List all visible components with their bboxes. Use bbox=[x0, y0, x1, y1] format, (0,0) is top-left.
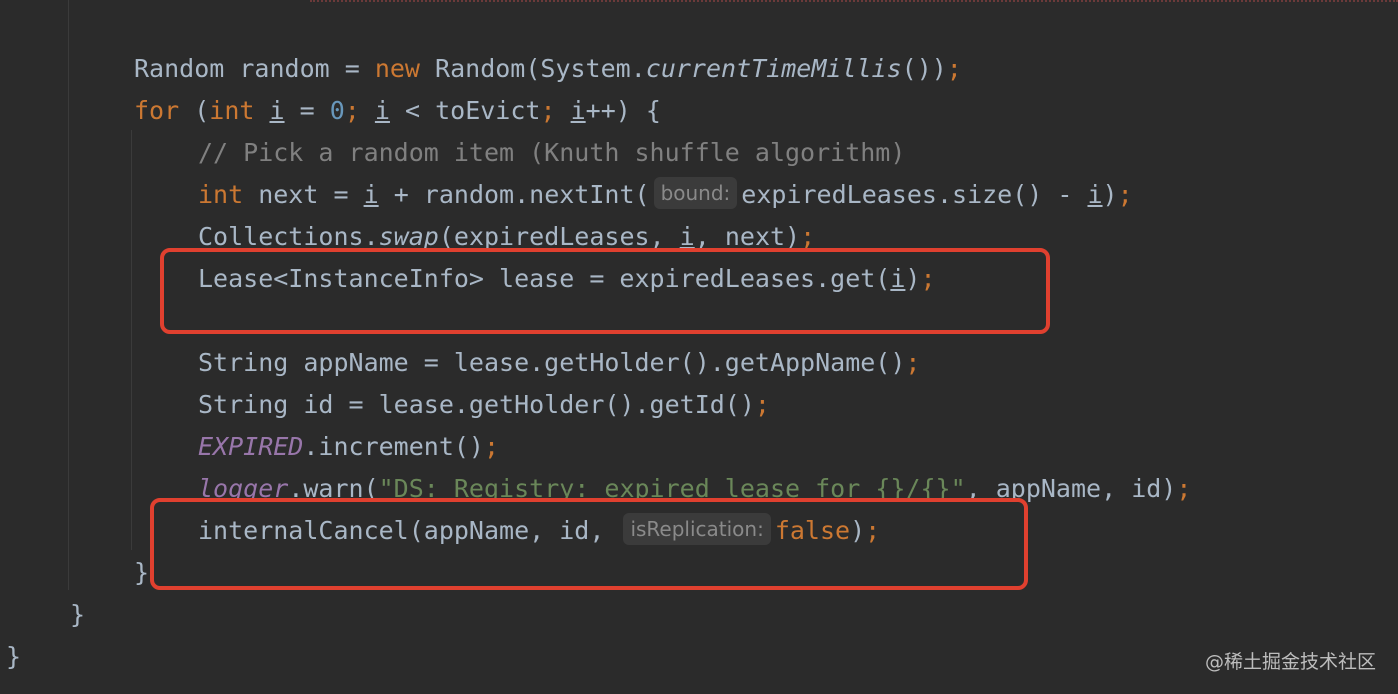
code-text: expiredLeases.size() - bbox=[741, 180, 1088, 209]
loop-variable: i bbox=[269, 96, 285, 125]
loop-variable: i bbox=[679, 222, 695, 251]
code-text: ++) { bbox=[585, 96, 661, 125]
parameter-hint-bound: bound: bbox=[653, 177, 738, 209]
code-text: Random random = bbox=[134, 54, 375, 83]
code-text: ()) bbox=[901, 54, 947, 83]
code-text: + random.nextInt( bbox=[378, 180, 650, 209]
semicolon: ; bbox=[946, 54, 962, 83]
highlight-box-lease bbox=[160, 248, 1050, 334]
keyword-int: int bbox=[209, 96, 255, 125]
code-line-1[interactable]: Random random = new Random(System.curren… bbox=[134, 48, 962, 90]
code-text: String appName = lease.getHolder().getAp… bbox=[198, 348, 906, 377]
indent-guide-for bbox=[131, 130, 132, 550]
closing-brace: } bbox=[6, 642, 22, 671]
watermark: @稀土掘金技术社区 bbox=[1204, 651, 1376, 673]
code-text: next = bbox=[243, 180, 364, 209]
semicolon: ; bbox=[754, 390, 770, 419]
code-text: , next) bbox=[694, 222, 801, 251]
code-text: ( bbox=[179, 96, 210, 125]
code-comment: // Pick a random item (Knuth shuffle alg… bbox=[198, 138, 906, 167]
loop-variable: i bbox=[570, 96, 586, 125]
code-text: ) bbox=[1102, 180, 1118, 209]
semicolon: ; bbox=[483, 432, 500, 461]
code-line-4[interactable]: int next = i + random.nextInt(bound: expi… bbox=[198, 174, 1133, 216]
semicolon: ; bbox=[1176, 474, 1192, 503]
semicolon: ; bbox=[905, 348, 921, 377]
loop-variable: i bbox=[363, 180, 379, 209]
code-line-7[interactable]: String appName = lease.getHolder().getAp… bbox=[198, 342, 920, 384]
code-text: .increment() bbox=[303, 432, 484, 461]
semicolon: ; bbox=[344, 96, 360, 125]
code-text: (expiredLeases, bbox=[438, 222, 680, 251]
static-method-name: currentTimeMillis bbox=[645, 54, 902, 83]
loop-variable: i bbox=[1087, 180, 1103, 209]
keyword-for: for bbox=[134, 96, 180, 125]
semicolon: ; bbox=[1117, 180, 1133, 209]
code-line-12[interactable]: } bbox=[134, 552, 149, 594]
code-text: < toEvict bbox=[389, 96, 541, 125]
code-text: = bbox=[284, 96, 330, 125]
code-text: Collections. bbox=[198, 222, 379, 251]
code-line-2[interactable]: for (int i = 0; i < toEvict; i++) { bbox=[134, 90, 661, 132]
code-line-8[interactable]: String id = lease.getHolder().getId(); bbox=[198, 384, 770, 426]
code-editor[interactable]: Random random = new Random(System.curren… bbox=[0, 0, 1398, 694]
indent-guide-outer bbox=[68, 0, 69, 590]
closing-brace: } bbox=[70, 600, 86, 629]
closing-brace: } bbox=[134, 558, 150, 587]
code-line-3[interactable]: // Pick a random item (Knuth shuffle alg… bbox=[198, 132, 905, 174]
keyword-new: new bbox=[374, 54, 420, 83]
static-field-name: EXPIRED bbox=[198, 432, 304, 461]
code-text: Random(System. bbox=[419, 54, 646, 83]
code-line-14[interactable]: } bbox=[6, 636, 21, 678]
semicolon: ; bbox=[800, 222, 816, 251]
loop-variable: i bbox=[374, 96, 390, 125]
keyword-int: int bbox=[198, 180, 244, 209]
semicolon: ; bbox=[540, 96, 556, 125]
code-line-13[interactable]: } bbox=[70, 594, 85, 636]
highlight-box-internal-cancel bbox=[150, 498, 1028, 590]
static-method-name: swap bbox=[378, 222, 439, 251]
code-line-9[interactable]: EXPIRED.increment(); bbox=[198, 426, 499, 468]
top-dotted-divider bbox=[310, 0, 1398, 2]
number-literal: 0 bbox=[329, 96, 345, 125]
code-text: String id = lease.getHolder().getId() bbox=[198, 390, 755, 419]
